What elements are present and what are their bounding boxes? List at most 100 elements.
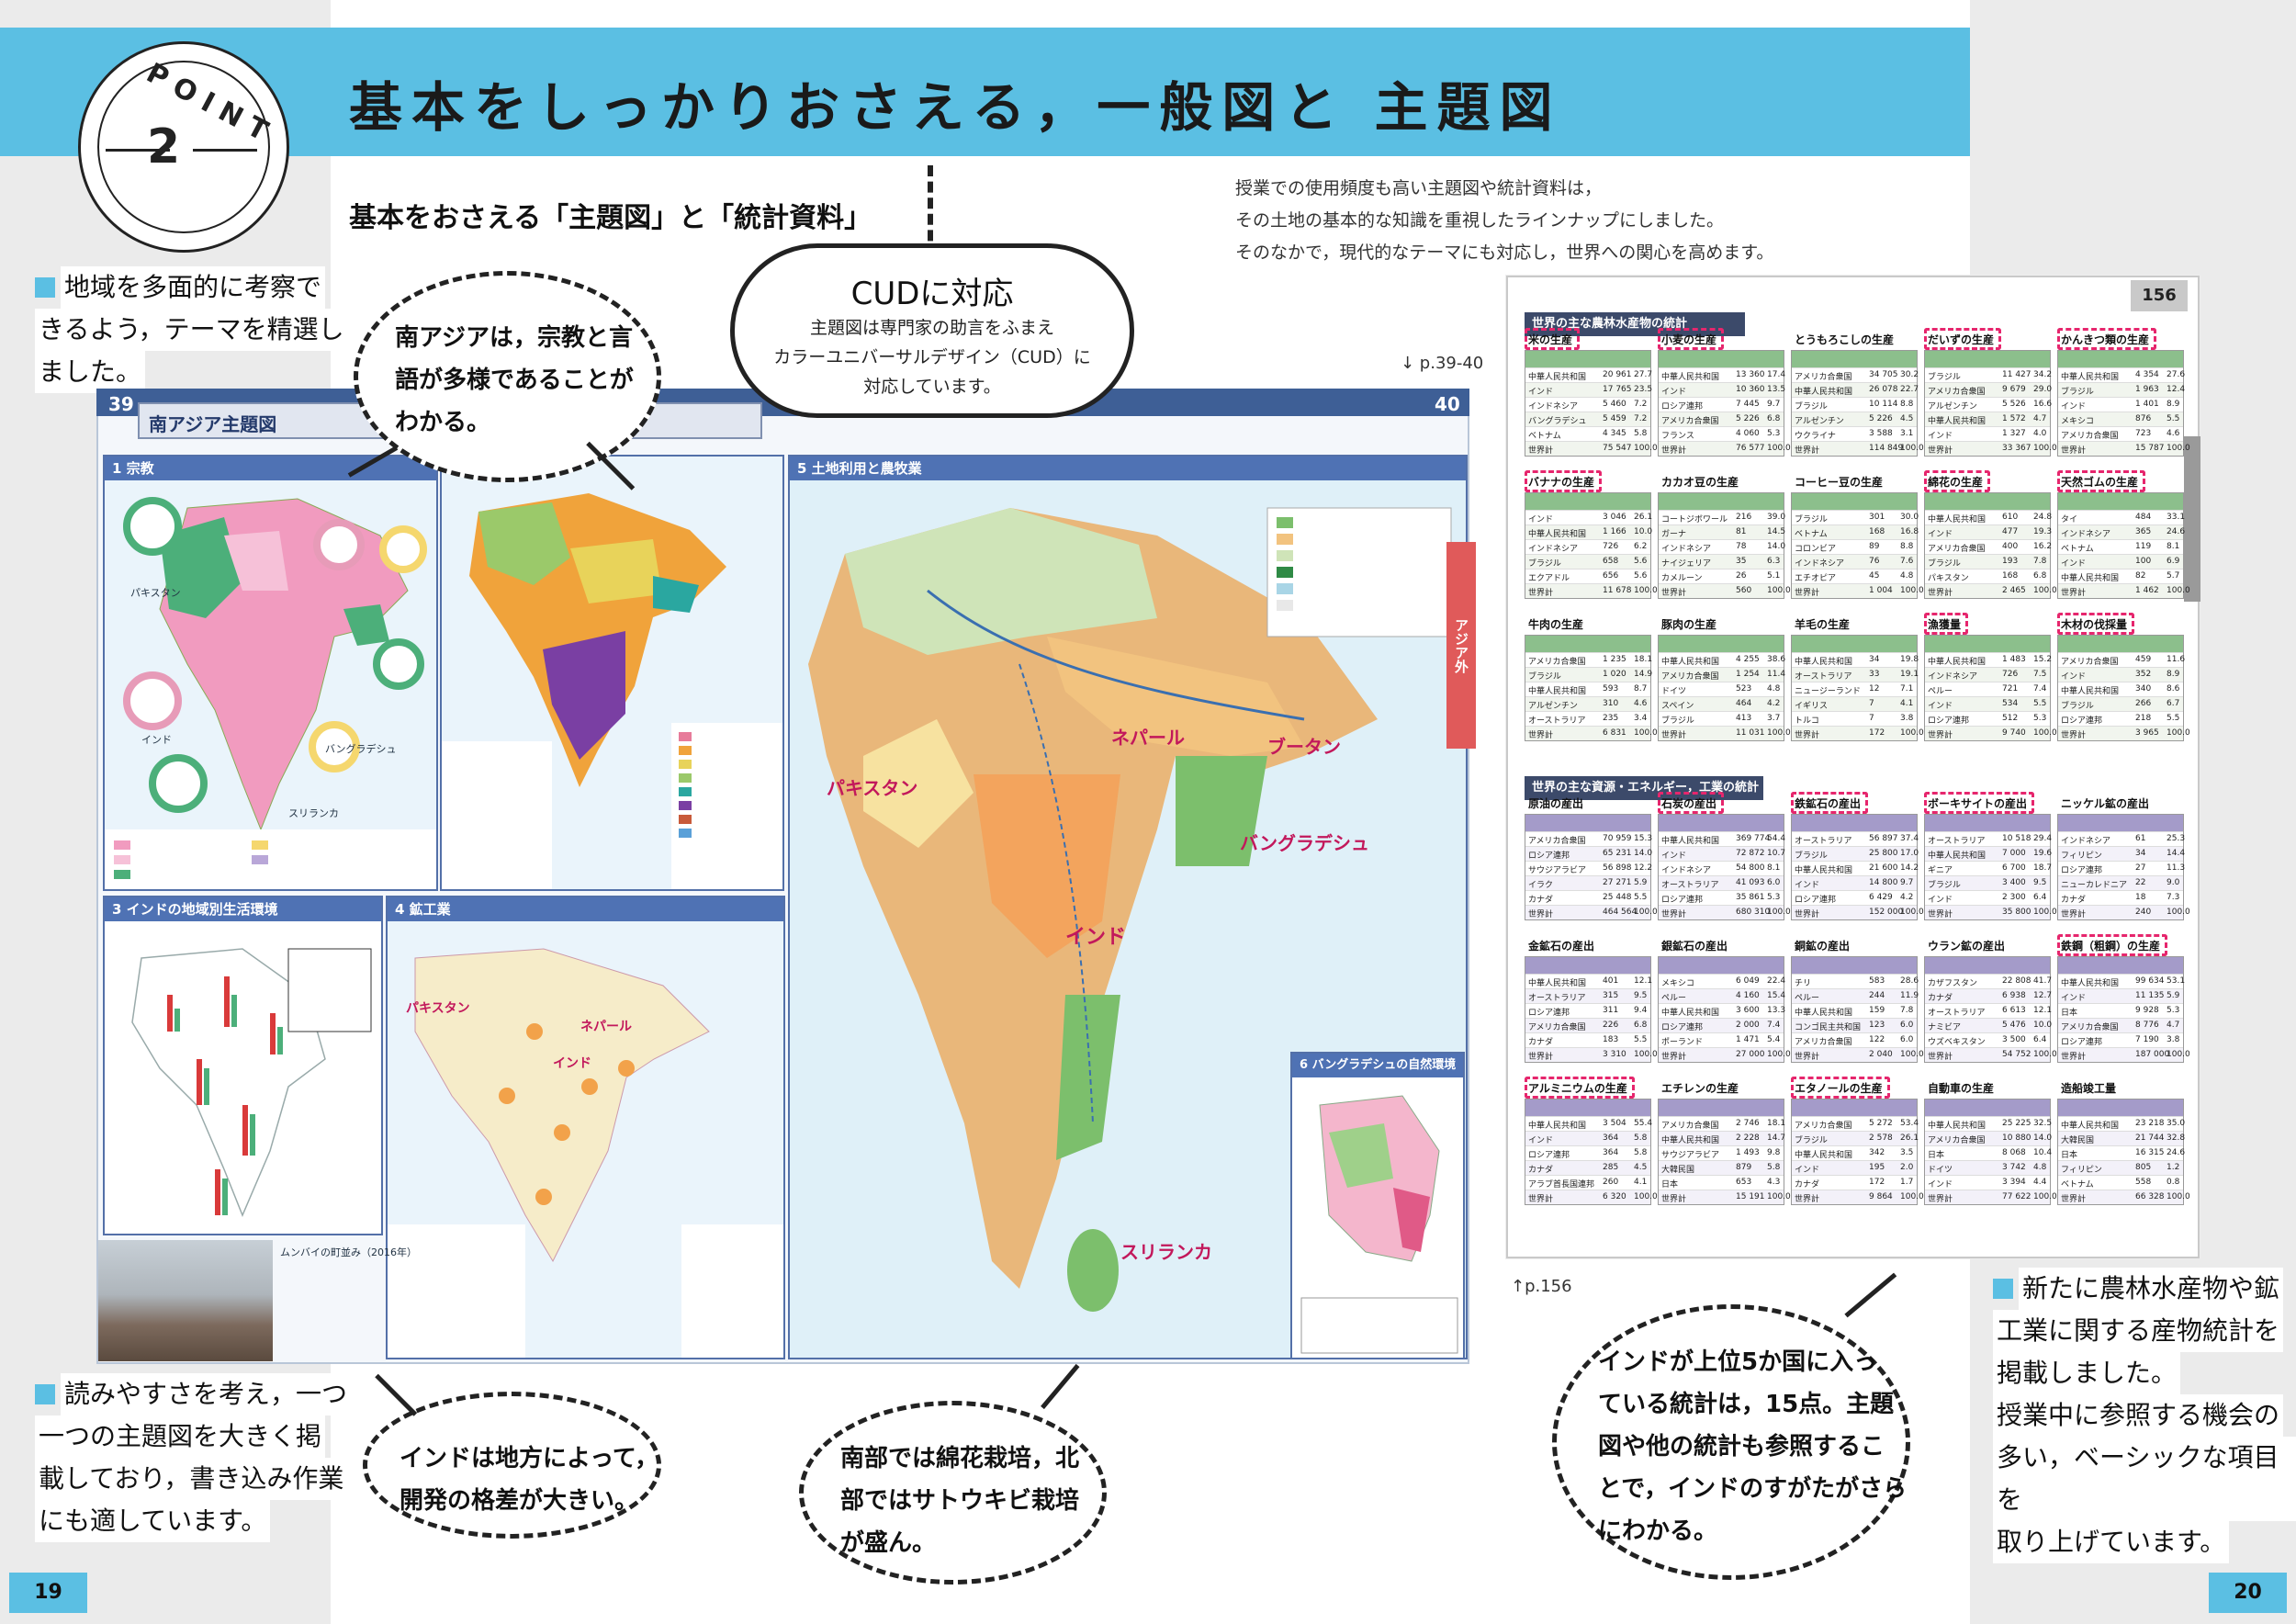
stats-table-row: イラク 27 271 5.9 [1525,875,1650,890]
stats-highlight [1791,792,1868,814]
stats-table-row: 世界計 114 849 100.0 [1792,441,1924,456]
stats-table-row: 世界計 152 000 100.0 [1792,905,1924,919]
stats-table-row: コンゴ民主共和国 123 6.0 [1792,1018,1917,1032]
label-bhutan: ブータン [1267,736,1341,758]
stats-table-row: アメリカ合衆国 34 705 30.2 [1792,367,1919,382]
stats-table-row: 世界計 3 965 100.0 [2058,726,2190,740]
stats-table-row: ニュージーランド 12 7.1 [1792,682,1917,696]
stats-table-row: サウジアラビア 1 493 9.8 [1659,1145,1784,1160]
stats-table-row: 中華人民共和国 1 572 4.7 [1925,412,2050,426]
stats-table-row: 中華人民共和国 82 5.7 [2058,569,2183,583]
stats-table-row: 世界計 240 100.0 [2058,905,2190,919]
stats-table-row: 世界計 75 547 100.0 [1525,441,1658,456]
stats-table-title: ニッケル鉱の産出 [2061,797,2150,810]
stats-table-row: パキスタン 168 6.8 [1925,569,2050,583]
stats-table-row: ナイジェリア 35 6.3 [1659,554,1784,569]
stats-table-row: 世界計 11 031 100.0 [1659,726,1791,740]
pointer-south-north [1041,1363,1080,1410]
stats-table-row: ベトナム 168 16.8 [1792,524,1919,539]
stats-table-row: アルゼンチン 5 526 16.6 [1925,397,2052,412]
stats-table-row: 世界計 77 622 100.0 [1925,1190,2057,1204]
stats-table-row: 世界計 33 367 100.0 [1925,441,2057,456]
stats-table-row: コートジボワール 216 39.0 [1659,510,1785,524]
stats-table-row: ブラジル 658 5.6 [1525,554,1650,569]
stats-table-row: ロシア連邦 512 5.3 [1925,711,2050,726]
bubble-india-stats-text: インドが上位5か国に入っ ている統計は，15点。主題 図や他の統計も参照するこ とで，… [1598,1348,1908,1545]
note-left-top: 地域を多面的に考察で きるよう，テーマを精選し ました。 [35,266,348,393]
stats-table-row: ウズベキスタン 3 500 6.4 [1925,1032,2050,1047]
stats-table-row: 世界計 11 678 100.0 [1525,583,1658,598]
stats-table-title: コーヒー豆の生産 [1795,476,1884,489]
stats-table-row: インド 195 2.0 [1792,1160,1917,1175]
stats-table-title: 自動車の生産 [1928,1082,1995,1095]
stats-table: インドネシア 61 25.3 フィリピン 34 14.4 ロシア連邦 27 11.3 ニューカレド… [2057,814,2190,920]
stats-highlight [1525,1077,1635,1099]
stats-table: 中華人民共和国 34 19.8 オーストラリア 33 19.1 ニュージーランド 12 7.1 イ… [1791,635,1924,741]
stats-table-row: オーストラリア 33 19.1 [1792,667,1919,682]
stats-table-row: ロシア連邦 7 190 3.8 [2058,1032,2183,1047]
stats-table: 中華人民共和国 610 24.8 インド 477 19.3 アメリカ合衆国 400 16.2 ブラ… [1924,492,2057,599]
stats-table-row: 世界計 54 752 100.0 [1925,1047,2057,1062]
stats-table-row: インドネシア 365 24.6 [2058,524,2185,539]
stats-table-row: インド 17 765 23.5 [1525,382,1652,397]
page-number-left: 19 [9,1573,87,1613]
stats-highlight [1658,328,1724,350]
point-bar-right [193,149,257,152]
stats-table-row: ベトナム 558 0.8 [2058,1175,2183,1190]
note-marker-icon [1993,1279,2013,1299]
stats-table-row: 中華人民共和国 23 218 35.0 [2058,1116,2185,1131]
stats-table-row: イギリス 7 4.1 [1792,696,1917,711]
stats-table-row: インド 100 6.9 [2058,554,2183,569]
stats-table-row: インド 534 5.5 [1925,696,2050,711]
mining-map [388,921,783,1358]
stats-table-row: インド 72 872 10.7 [1659,846,1785,861]
stats-table: オーストラリア 10 518 29.4 中華人民共和国 7 000 19.6 ギニア 6 70… [1924,814,2057,920]
stats-table-row: 中華人民共和国 26 078 22.7 [1792,382,1919,397]
stats-table-row: インド 1 401 8.9 [2058,397,2183,412]
stats-table-row: トルコ 7 3.8 [1792,711,1917,726]
stats-table-row: 世界計 2 465 100.0 [1925,583,2057,598]
label-bangladesh: バングラデシュ [1240,832,1369,854]
stats-table-row: ペルー 4 160 15.4 [1659,988,1785,1003]
stats-table-row: 世界計 680 310 100.0 [1659,905,1791,919]
panel-bangladesh: 6 バングラデシュの自然環境 [1290,1052,1465,1359]
stats-table-row: ニューカレドニア 22 9.0 [2058,875,2183,890]
stats-table-row: エチオピア 45 4.8 [1792,569,1917,583]
stats-table-row: 中華人民共和国 1 166 10.0 [1525,524,1652,539]
stats-table-row: インドネシア 54 800 8.1 [1659,861,1784,875]
stats-table-row: インド 11 135 5.9 [2058,988,2183,1003]
stats-table-row: 中華人民共和国 20 961 27.7 [1525,367,1652,382]
note-marker-icon [35,1384,55,1404]
stats-table-row: ウクライナ 3 588 3.1 [1792,426,1917,441]
stats-table-title: エチレンの生産 [1661,1082,1739,1095]
stats-table-row: 中華人民共和国 3 600 13.3 [1659,1003,1785,1018]
stats-table-row: インド 352 8.9 [2058,667,2183,682]
stats-table-row: オーストラリア 41 093 6.0 [1659,875,1784,890]
stats-table: 中華人民共和国 401 12.1 オーストラリア 315 9.5 ロシア連邦 311 9.4 アメ… [1525,956,1658,1063]
stats-table-row: アラブ首長国連邦 260 4.1 [1525,1175,1650,1190]
stats-table-row: 中華人民共和国 1 483 15.2 [1925,652,2052,667]
stats-table-row: 世界計 3 310 100.0 [1525,1047,1658,1062]
stats-table-row: 世界計 1 462 100.0 [2058,583,2190,598]
atlas-page-left: 39 [108,393,134,415]
stats-table-row: コロンビア 89 8.8 [1792,539,1917,554]
stats-table-row: ドイツ 3 742 4.8 [1925,1160,2050,1175]
stats-table-row: カナダ 18 7.3 [2058,890,2183,905]
stats-highlight [1924,470,1990,492]
stats-table-row: 世界計 464 564 100.0 [1525,905,1658,919]
stats-table-row: 中華人民共和国 25 225 32.5 [1925,1116,2052,1131]
stats-table-row: 中華人民共和国 369 774 54.4 [1659,831,1785,846]
stats-table-row: 世界計 15 191 100.0 [1659,1190,1791,1204]
stats-table-row: ドイツ 523 4.8 [1659,682,1784,696]
stats-table-title: 造船竣工量 [2061,1082,2117,1095]
stats-table-row: ブラジル 1 963 12.4 [2058,382,2185,397]
ref-atlas: ↓ p.39-40 [1401,354,1484,373]
ref-stats: ↑p.156 [1511,1277,1572,1296]
stats-table-row: オーストラリア 235 3.4 [1525,711,1650,726]
stats-table-row: 中華人民共和国 340 8.6 [2058,682,2183,696]
stats-table-row: オーストラリア 6 613 12.1 [1925,1003,2052,1018]
note-marker-icon [35,277,55,298]
stats-table-row: インドネシア 61 25.3 [2058,831,2185,846]
stats-table-title: 羊毛の生産 [1795,618,1851,631]
stats-table-row: インド 364 5.8 [1525,1131,1650,1145]
